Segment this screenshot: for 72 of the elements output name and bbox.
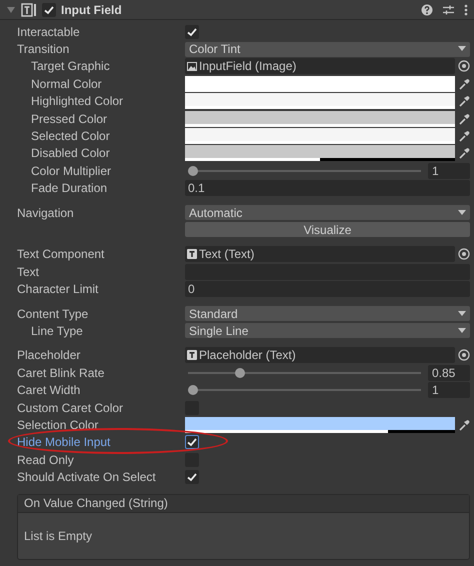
field-label: Caret Blink Rate <box>17 366 104 380</box>
color-field[interactable] <box>185 128 455 144</box>
object-picker-icon[interactable] <box>458 349 470 362</box>
color-field[interactable] <box>185 76 455 92</box>
image-icon <box>187 62 197 71</box>
dropdown[interactable]: Automatic <box>185 205 470 220</box>
dropdown-arrow-icon <box>458 46 466 52</box>
field-label: Normal Color <box>31 76 102 91</box>
color-field[interactable] <box>185 145 455 162</box>
settings-icon[interactable] <box>442 4 455 16</box>
text-component-icon <box>21 2 37 16</box>
field-label: Should Activate On Select <box>17 470 156 484</box>
dropdown-arrow-icon <box>458 310 466 317</box>
eyedropper-icon[interactable] <box>458 147 470 160</box>
field-label: Fade Duration <box>31 181 108 196</box>
object-picker-icon[interactable] <box>458 248 470 260</box>
field-label: Highlighted Color <box>31 94 124 108</box>
checkbox[interactable] <box>185 452 199 467</box>
object-picker-icon[interactable] <box>458 60 470 72</box>
checkbox[interactable] <box>185 24 199 39</box>
field-label: Selected Color <box>31 129 110 144</box>
more-icon[interactable] <box>464 4 468 16</box>
color-field[interactable] <box>185 110 455 127</box>
empty-message: List is Empty <box>24 528 92 543</box>
help-icon[interactable] <box>421 4 433 16</box>
object-field[interactable]: Text (Text) <box>185 246 455 262</box>
field-label: Pressed Color <box>31 112 108 126</box>
eyedropper-icon[interactable] <box>458 95 470 108</box>
checkbox[interactable] <box>185 470 199 484</box>
expand-triangle-icon[interactable] <box>6 4 16 14</box>
number-field[interactable]: 0.85 <box>428 364 470 381</box>
field-label: Caret Width <box>17 383 80 398</box>
field-label: Line Type <box>31 324 83 338</box>
eyedropper-icon[interactable] <box>458 418 470 431</box>
field-label: Content Type <box>17 306 88 321</box>
component-title: Input Field <box>61 2 122 16</box>
field-label: Placeholder <box>17 348 80 362</box>
field-label: Disabled Color <box>31 146 110 160</box>
field-label: Target Graphic <box>31 59 110 74</box>
object-field[interactable]: Placeholder (Text) <box>185 347 455 364</box>
input-field[interactable]: 0 <box>185 281 470 298</box>
input-field[interactable]: 0.1 <box>185 180 470 196</box>
checkbox[interactable] <box>185 435 199 450</box>
field-label: Text <box>17 264 40 279</box>
field-label: Interactable <box>17 24 80 39</box>
number-field[interactable]: 1 <box>428 382 470 398</box>
dropdown[interactable]: Standard <box>185 306 470 322</box>
eyedropper-icon[interactable] <box>458 112 470 125</box>
number-field[interactable]: 1 <box>428 162 470 179</box>
text-icon <box>187 249 197 260</box>
field-label: Text Component <box>17 247 104 262</box>
field-label: Navigation <box>17 206 74 220</box>
field-label: Hide Mobile Input <box>17 435 110 450</box>
field-label: Character Limit <box>17 282 98 296</box>
field-label: Selection Color <box>17 418 98 432</box>
dropdown[interactable]: Color Tint <box>185 42 470 57</box>
color-field[interactable] <box>185 93 455 110</box>
field-label: Color Multiplier <box>31 164 112 178</box>
eyedropper-icon[interactable] <box>458 78 470 90</box>
object-field[interactable]: InputField (Image) <box>185 58 455 74</box>
text-icon <box>187 350 197 360</box>
visualize-button[interactable]: Visualize <box>185 222 470 238</box>
color-field[interactable] <box>185 416 455 433</box>
field-label: Transition <box>17 42 70 56</box>
dropdown-arrow-icon <box>458 210 466 216</box>
field-label: Read Only <box>17 452 74 467</box>
eyedropper-icon[interactable] <box>458 130 470 142</box>
event-title: On Value Changed (String) <box>18 494 469 513</box>
checkbox[interactable] <box>42 2 56 16</box>
dropdown[interactable]: Single Line <box>185 323 470 338</box>
field-label: Custom Caret Color <box>17 400 124 414</box>
dropdown-arrow-icon <box>458 328 466 334</box>
